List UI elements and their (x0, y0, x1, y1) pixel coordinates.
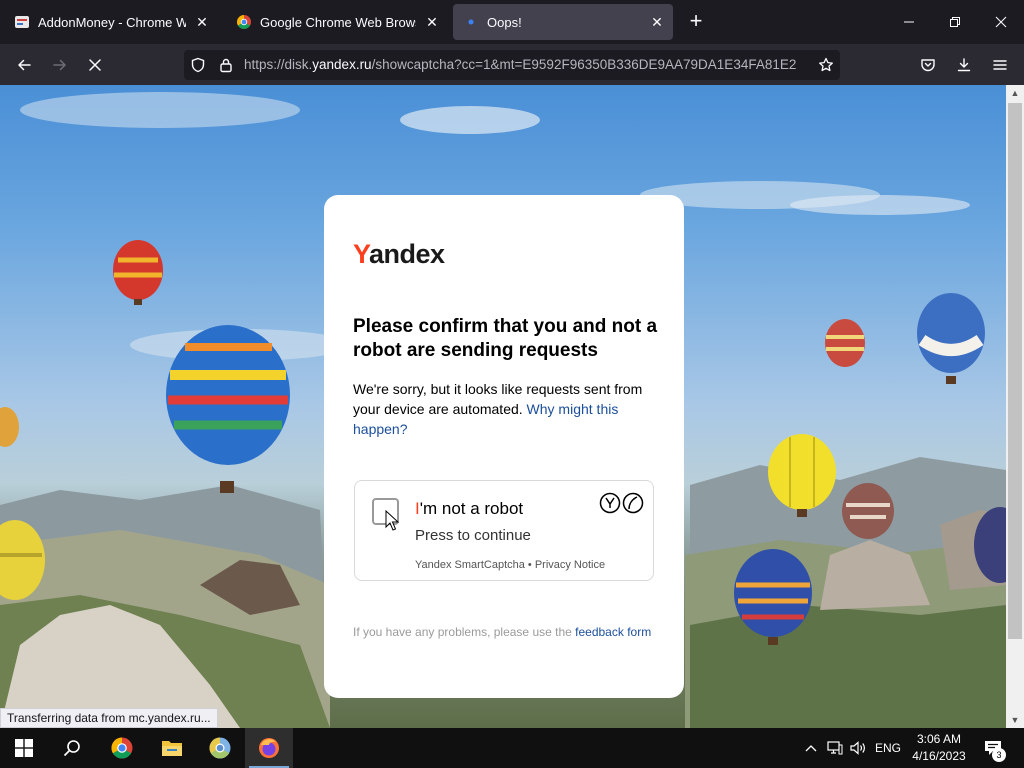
chrome-icon (111, 737, 133, 759)
action-center-button[interactable] (978, 728, 1008, 768)
logo-rest: andex (369, 239, 445, 269)
mouse-cursor-icon (385, 510, 399, 531)
page-content: Yandex Please confirm that you and not a… (0, 85, 1006, 728)
tab-close-icon[interactable]: ✕ (649, 14, 665, 30)
back-button[interactable] (10, 51, 38, 79)
balloon-multicolor-large (166, 325, 290, 493)
lock-icon[interactable] (218, 57, 234, 73)
star-icon[interactable] (818, 57, 834, 73)
stop-loading-button[interactable] (81, 51, 109, 79)
firefox-icon (259, 738, 279, 758)
close-window-button[interactable] (987, 8, 1015, 36)
balloon-red-striped (825, 319, 865, 367)
pocket-button[interactable] (914, 51, 942, 79)
url-path: /showcaptcha?cc=1&mt=E9592F96350B336DE9A… (371, 57, 797, 72)
scroll-down-arrow-icon[interactable]: ▼ (1006, 712, 1024, 728)
pocket-icon (921, 59, 935, 72)
search-button[interactable] (48, 728, 96, 768)
downloads-button[interactable] (950, 51, 978, 79)
url-prefix: https://disk. (244, 57, 313, 72)
tab-close-icon[interactable]: ✕ (424, 14, 440, 30)
status-bar: Transferring data from mc.yandex.ru... (0, 708, 218, 728)
taskbar-chrome[interactable] (98, 728, 146, 768)
chevron-up-icon (805, 745, 817, 752)
search-icon (63, 740, 80, 757)
captcha-title: I'm not a robot (415, 499, 523, 519)
windows-logo-icon (15, 739, 33, 757)
url-domain: yandex.ru (312, 57, 372, 72)
notification-count-badge: 3 (992, 748, 1006, 762)
feedback-notice: If you have any problems, please use the… (353, 623, 653, 641)
captcha-title-rest: 'm not a robot (419, 499, 524, 518)
folder-icon (162, 741, 182, 756)
scroll-up-arrow-icon[interactable]: ▲ (1006, 85, 1024, 101)
arrow-left-icon (18, 59, 31, 71)
explanation-text: We're sorry, but it looks like requests … (353, 379, 663, 439)
new-tab-button[interactable]: + (684, 10, 708, 34)
logo-first-letter: Y (353, 239, 370, 269)
tab-addonmoney[interactable]: AddonMoney - Chrome Web St ✕ (4, 4, 218, 40)
clock-date: 4/16/2023 (912, 749, 966, 763)
address-bar[interactable]: https://disk.yandex.ru/showcaptcha?cc=1&… (184, 50, 840, 80)
tab-label: Google Chrome Web Browser (260, 14, 416, 30)
shield-icon[interactable] (190, 57, 206, 73)
tab-label: Oops! (487, 14, 522, 30)
chrome-favicon-icon (237, 15, 251, 29)
taskbar-chromium[interactable] (196, 728, 244, 768)
taskbar-file-explorer[interactable] (148, 728, 196, 768)
smartcaptcha-logo-icon (599, 492, 644, 514)
feedback-form-link[interactable]: feedback form (575, 625, 651, 639)
url-text[interactable]: https://disk.yandex.ru/showcaptcha?cc=1&… (244, 57, 804, 73)
chromium-icon (209, 737, 231, 759)
windows-taskbar: ENG 3:06 AM 4/16/2023 (0, 728, 1024, 768)
input-language[interactable]: ENG (872, 728, 904, 768)
addonmoney-favicon-icon (15, 16, 29, 28)
arrow-right-icon (53, 59, 66, 71)
taskbar-firefox[interactable] (245, 728, 293, 768)
network-button[interactable] (824, 728, 846, 768)
minimize-button[interactable] (895, 8, 923, 36)
page-scrollbar[interactable]: ▲ ▼ (1006, 85, 1024, 728)
speaker-icon (850, 741, 865, 755)
balloon-orange-edge (0, 407, 19, 447)
clock[interactable]: 3:06 AM 4/16/2023 (906, 731, 972, 765)
show-hidden-icons-button[interactable] (800, 728, 822, 768)
loading-dot-icon (468, 19, 474, 25)
start-button[interactable] (0, 728, 48, 768)
yandex-logo: Yandex (353, 239, 445, 270)
menu-button[interactable] (986, 51, 1014, 79)
captcha-card: Yandex Please confirm that you and not a… (324, 195, 684, 698)
close-icon (995, 16, 1007, 28)
page-title: Please confirm that you and not a robot … (353, 316, 658, 361)
tab-close-icon[interactable]: ✕ (194, 14, 210, 30)
stop-icon (89, 59, 101, 71)
minimize-icon (904, 21, 914, 23)
restore-button[interactable] (941, 8, 969, 36)
download-icon (957, 58, 971, 72)
captcha-footer[interactable]: Yandex SmartCaptcha • Privacy Notice (415, 559, 605, 571)
volume-button[interactable] (848, 728, 870, 768)
balloon-red-yellow (113, 240, 163, 305)
tab-google-chrome[interactable]: Google Chrome Web Browser ✕ (226, 4, 448, 40)
navigation-toolbar: https://disk.yandex.ru/showcaptcha?cc=1&… (0, 44, 1024, 85)
balloon-brown-striped (842, 483, 894, 539)
tab-strip: AddonMoney - Chrome Web St ✕ Google Chro… (0, 0, 1024, 44)
tab-oops[interactable]: Oops! ✕ (453, 4, 673, 40)
tab-label: AddonMoney - Chrome Web St (38, 14, 186, 30)
restore-icon (950, 17, 960, 27)
scrollbar-thumb[interactable] (1008, 103, 1022, 639)
network-icon (827, 741, 843, 755)
forward-button[interactable] (46, 51, 74, 79)
feedback-text: If you have any problems, please use the (353, 625, 572, 639)
smartcaptcha-widget[interactable]: I'm not a robot Press to continue Yandex… (354, 480, 654, 581)
captcha-subtitle: Press to continue (415, 527, 531, 544)
hamburger-menu-icon (993, 60, 1007, 70)
clock-time: 3:06 AM (916, 732, 962, 746)
balloon-blue-white (917, 293, 985, 384)
